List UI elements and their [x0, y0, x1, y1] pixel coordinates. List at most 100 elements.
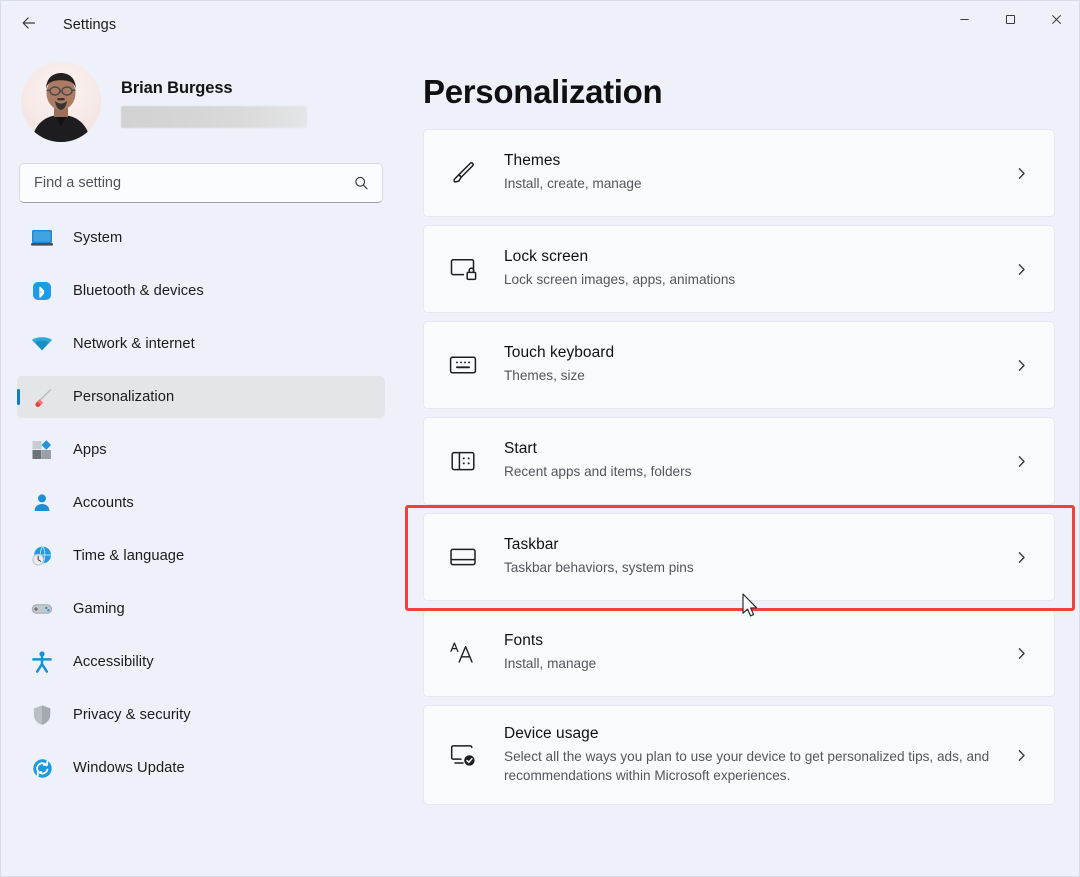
chevron-right-icon[interactable]: [1008, 263, 1034, 276]
card-subtitle: Recent apps and items, folders: [504, 462, 1008, 481]
search-box[interactable]: [19, 163, 383, 203]
minimize-icon: [959, 12, 970, 30]
window-controls: [941, 1, 1079, 49]
sidebar-item-label: Apps: [73, 442, 107, 458]
shield-icon: [29, 704, 55, 726]
sidebar-item-accessibility[interactable]: Accessibility: [17, 641, 385, 683]
fonts-aa-icon: [446, 640, 480, 666]
sidebar-item-gaming[interactable]: Gaming: [17, 588, 385, 630]
card-title: Taskbar: [504, 536, 1008, 554]
window-body: Brian Burgess: [1, 49, 1079, 876]
titlebar: Settings: [1, 1, 1079, 49]
monitor-icon: [29, 227, 55, 249]
close-icon: [1051, 12, 1062, 30]
chevron-right-icon[interactable]: [1008, 647, 1034, 660]
wifi-icon: [29, 333, 55, 355]
settings-card-fonts[interactable]: Fonts Install, manage: [423, 609, 1055, 697]
sidebar-item-system[interactable]: System: [17, 217, 385, 259]
main-content: Personalization Themes Install, create, …: [399, 49, 1079, 876]
settings-card-lock-screen[interactable]: Lock screen Lock screen images, apps, an…: [423, 225, 1055, 313]
maximize-button[interactable]: [987, 1, 1033, 41]
page-title: Personalization: [423, 49, 1055, 129]
maximize-icon: [1005, 12, 1016, 30]
card-subtitle: Lock screen images, apps, animations: [504, 270, 1008, 289]
card-title: Device usage: [504, 725, 1008, 743]
settings-card-taskbar[interactable]: Taskbar Taskbar behaviors, system pins: [423, 513, 1055, 601]
back-arrow-icon: [20, 14, 38, 37]
settings-card-themes[interactable]: Themes Install, create, manage: [423, 129, 1055, 217]
card-text: Device usage Select all the ways you pla…: [504, 725, 1008, 786]
account-email-redacted: [121, 106, 307, 128]
sidebar-item-label: Network & internet: [73, 336, 195, 352]
card-subtitle: Install, manage: [504, 654, 1008, 673]
avatar: [21, 62, 101, 142]
card-text: Themes Install, create, manage: [504, 152, 1008, 193]
card-title: Fonts: [504, 632, 1008, 650]
chevron-right-icon[interactable]: [1008, 749, 1034, 762]
sidebar-item-windows-update[interactable]: Windows Update: [17, 747, 385, 789]
apps-icon: [29, 439, 55, 461]
card-subtitle: Install, create, manage: [504, 174, 1008, 193]
sidebar-item-accounts[interactable]: Accounts: [17, 482, 385, 524]
settings-window: Settings: [0, 0, 1080, 877]
sidebar-item-label: Accessibility: [73, 654, 154, 670]
update-icon: [29, 757, 55, 779]
card-title: Touch keyboard: [504, 344, 1008, 362]
sidebar-item-label: Personalization: [73, 389, 174, 405]
sidebar-item-label: Privacy & security: [73, 707, 191, 723]
card-text: Lock screen Lock screen images, apps, an…: [504, 248, 1008, 289]
bluetooth-icon: [29, 280, 55, 302]
sidebar-nav: System Bluetooth & devices: [17, 217, 385, 800]
card-subtitle: Taskbar behaviors, system pins: [504, 558, 1008, 577]
account-text: Brian Burgess: [121, 77, 307, 128]
lock-screen-icon: [446, 256, 480, 282]
user-avatar: [21, 62, 101, 142]
sidebar-item-label: Bluetooth & devices: [73, 283, 204, 299]
app-title: Settings: [63, 17, 116, 33]
settings-card-device-usage[interactable]: Device usage Select all the ways you pla…: [423, 705, 1055, 805]
sidebar-item-label: Windows Update: [73, 760, 185, 776]
settings-card-start[interactable]: Start Recent apps and items, folders: [423, 417, 1055, 505]
sidebar-item-time-language[interactable]: Time & language: [17, 535, 385, 577]
sidebar-item-apps[interactable]: Apps: [17, 429, 385, 471]
search-icon[interactable]: [353, 175, 370, 192]
paintbrush-outline-icon: [446, 159, 480, 187]
close-button[interactable]: [1033, 1, 1079, 41]
settings-card-touch-keyboard[interactable]: Touch keyboard Themes, size: [423, 321, 1055, 409]
chevron-right-icon[interactable]: [1008, 359, 1034, 372]
chevron-right-icon[interactable]: [1008, 455, 1034, 468]
card-subtitle: Select all the ways you plan to use your…: [504, 747, 1008, 786]
taskbar-icon: [446, 546, 480, 568]
search-input[interactable]: [34, 175, 353, 191]
sidebar: Brian Burgess: [1, 49, 399, 876]
card-text: Touch keyboard Themes, size: [504, 344, 1008, 385]
minimize-button[interactable]: [941, 1, 987, 41]
sidebar-item-bluetooth-devices[interactable]: Bluetooth & devices: [17, 270, 385, 312]
chevron-right-icon[interactable]: [1008, 551, 1034, 564]
sidebar-item-privacy-security[interactable]: Privacy & security: [17, 694, 385, 736]
sidebar-item-label: System: [73, 230, 122, 246]
person-icon: [29, 492, 55, 514]
sidebar-item-network-internet[interactable]: Network & internet: [17, 323, 385, 365]
card-title: Themes: [504, 152, 1008, 170]
card-text: Taskbar Taskbar behaviors, system pins: [504, 536, 1008, 577]
back-button[interactable]: [11, 9, 47, 41]
sidebar-item-personalization[interactable]: Personalization: [17, 376, 385, 418]
card-subtitle: Themes, size: [504, 366, 1008, 385]
sidebar-item-label: Gaming: [73, 601, 125, 617]
sidebar-item-label: Accounts: [73, 495, 134, 511]
gamepad-icon: [29, 598, 55, 620]
clock-globe-icon: [29, 545, 55, 567]
start-menu-icon: [446, 449, 480, 473]
card-title: Lock screen: [504, 248, 1008, 266]
settings-card-list: Themes Install, create, manage: [423, 129, 1055, 805]
paintbrush-icon: [29, 386, 55, 408]
chevron-right-icon[interactable]: [1008, 167, 1034, 180]
account-block[interactable]: Brian Burgess: [17, 49, 385, 151]
device-usage-icon: [446, 742, 480, 768]
accessibility-icon: [29, 651, 55, 673]
card-title: Start: [504, 440, 1008, 458]
account-name: Brian Burgess: [121, 79, 307, 98]
card-text: Fonts Install, manage: [504, 632, 1008, 673]
sidebar-item-label: Time & language: [73, 548, 184, 564]
